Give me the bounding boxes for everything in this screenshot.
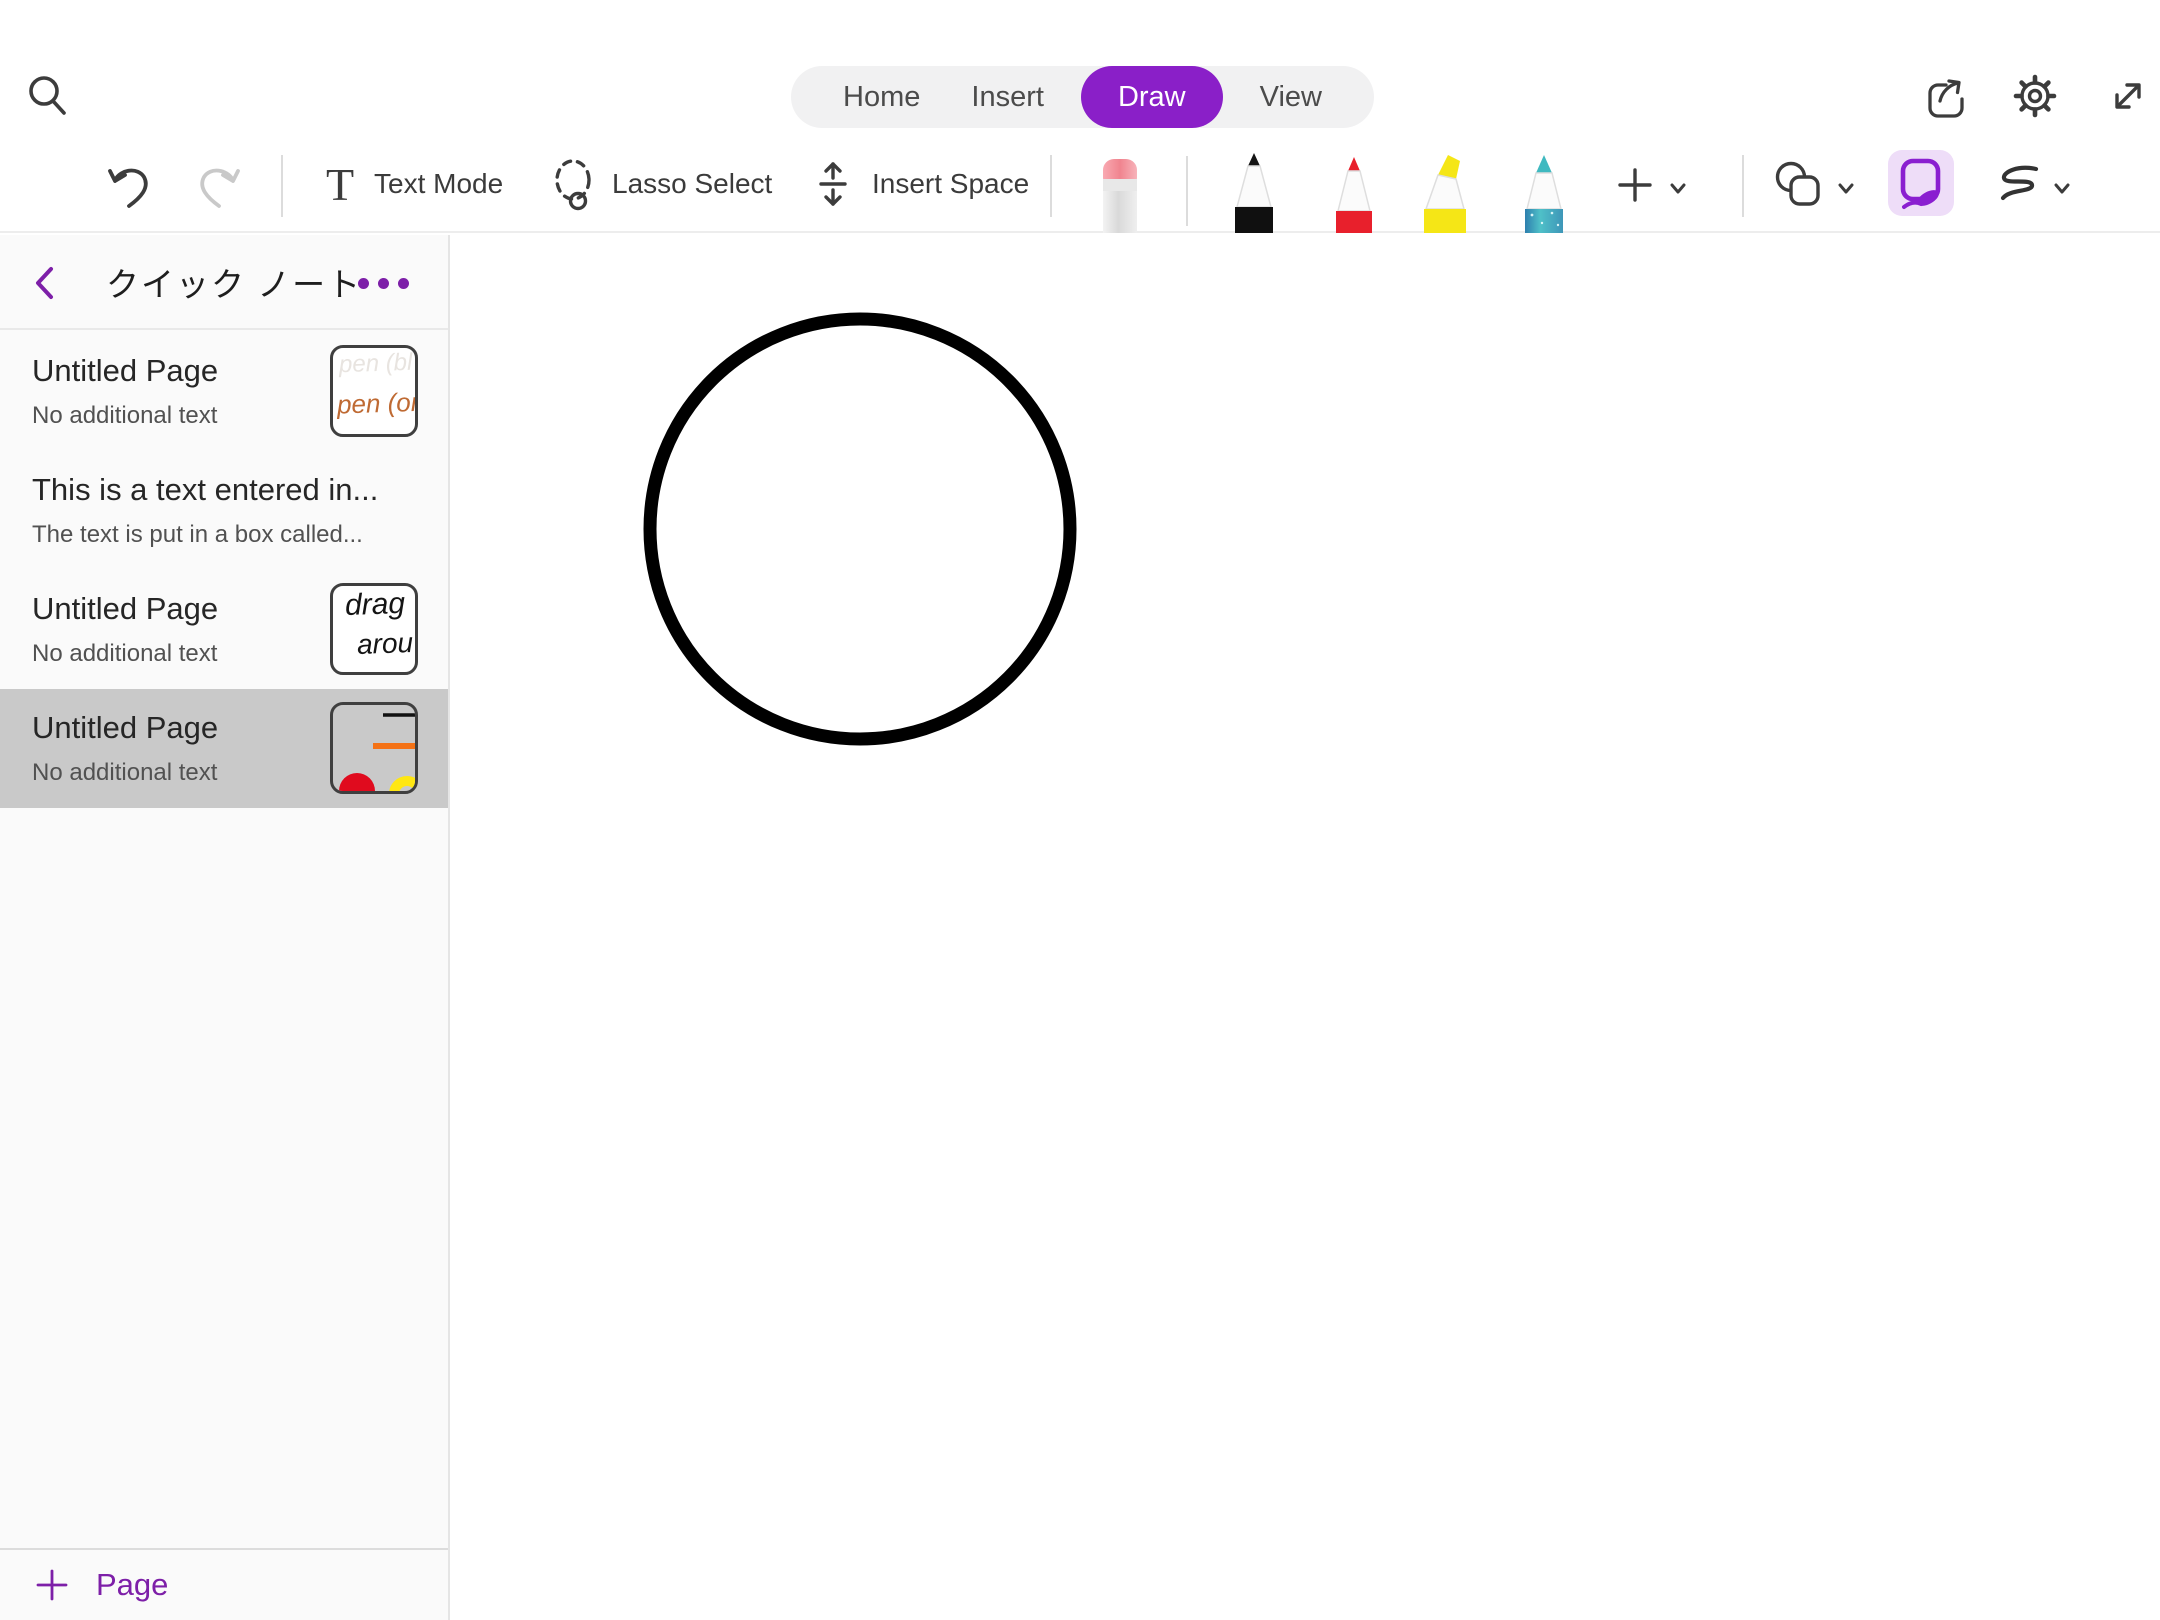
shapes-dropdown[interactable] — [1830, 172, 1862, 204]
tab-insert[interactable]: Insert — [957, 66, 1058, 128]
add-pen-button[interactable] — [1612, 162, 1658, 208]
tab-view[interactable]: View — [1246, 66, 1336, 128]
page-subtitle: No additional text — [32, 402, 332, 430]
page-thumbnail — [330, 702, 418, 794]
gear-icon — [2011, 72, 2059, 120]
pen-divider — [1186, 156, 1188, 226]
page-thumbnail: pen (bl pen (ora — [330, 345, 418, 437]
page-subtitle: No additional text — [32, 640, 332, 668]
text-mode-button[interactable]: T Text Mode — [316, 158, 503, 210]
shapes-button[interactable] — [1770, 156, 1828, 214]
chevron-down-icon — [2046, 172, 2078, 204]
expand-icon — [2104, 72, 2152, 120]
red-pen-tool[interactable] — [1326, 151, 1382, 233]
page-subtitle: The text is put in a box called... — [32, 521, 442, 549]
page-title: Untitled Page — [32, 591, 332, 627]
add-pen-dropdown[interactable] — [1662, 172, 1694, 204]
black-pen-tool[interactable] — [1226, 151, 1282, 233]
insert-space-button[interactable]: Insert Space — [806, 156, 1029, 212]
thumbnail-ink-sketch — [333, 705, 415, 791]
text-mode-icon: T — [316, 159, 362, 209]
drawing-canvas[interactable] — [452, 235, 2160, 1620]
insert-space-icon — [806, 156, 860, 212]
search-button[interactable] — [24, 73, 72, 121]
top-header: Home Insert Draw View — [0, 0, 2160, 233]
svg-text:T: T — [326, 159, 354, 209]
search-icon — [24, 73, 72, 121]
lasso-select-button[interactable]: Lasso Select — [546, 156, 772, 212]
page-item-4-selected[interactable]: Untitled Page No additional text — [0, 689, 448, 808]
page-item-3[interactable]: Untitled Page No additional text drag ar… — [0, 570, 448, 689]
page-title: This is a text entered in... — [32, 472, 442, 508]
share-button[interactable] — [1918, 72, 1966, 120]
squiggle-icon — [1988, 156, 2046, 214]
insert-space-label: Insert Space — [872, 168, 1029, 200]
add-page-label: Page — [96, 1567, 168, 1603]
ink-to-shape-button[interactable] — [1888, 150, 1954, 216]
shapes-icon — [1770, 156, 1828, 214]
fullscreen-button[interactable] — [2104, 72, 2152, 120]
ribbon-tabs: Home Insert Draw View — [791, 66, 1374, 128]
chevron-down-icon — [1662, 172, 1694, 204]
toolbar-divider — [281, 155, 283, 217]
back-button[interactable] — [22, 259, 70, 307]
tab-draw[interactable]: Draw — [1081, 66, 1223, 128]
ink-layer — [452, 235, 2160, 1620]
lasso-select-label: Lasso Select — [612, 168, 772, 200]
sidebar-header: クイック ノート — [0, 235, 448, 330]
ink-circle[interactable] — [650, 319, 1070, 739]
share-icon — [1918, 72, 1966, 120]
redo-icon — [196, 160, 246, 210]
page-title: Untitled Page — [32, 710, 332, 746]
eraser-tool[interactable] — [1092, 155, 1148, 233]
page-item-2[interactable]: This is a text entered in... The text is… — [0, 451, 448, 570]
undo-button[interactable] — [102, 160, 152, 210]
ink-to-shape-icon — [1890, 152, 1952, 214]
chevron-left-icon — [24, 261, 68, 305]
page-item-1[interactable]: Untitled Page No additional text pen (bl… — [0, 332, 448, 451]
page-subtitle: No additional text — [32, 759, 332, 787]
lasso-icon — [546, 156, 600, 212]
chevron-down-icon — [1830, 172, 1862, 204]
redo-button[interactable] — [196, 160, 246, 210]
plus-icon — [1612, 162, 1658, 208]
ellipsis-icon — [358, 278, 369, 289]
plus-icon — [34, 1567, 70, 1603]
add-page-button[interactable]: Page — [0, 1548, 448, 1620]
toolbar-divider — [1050, 155, 1052, 217]
galaxy-pencil-tool[interactable] — [1516, 151, 1572, 233]
undo-icon — [102, 160, 152, 210]
tab-home[interactable]: Home — [829, 66, 934, 128]
page-title: Untitled Page — [32, 353, 332, 389]
settings-button[interactable] — [2011, 72, 2059, 120]
toolbar-divider — [1742, 155, 1744, 217]
more-options-button[interactable] — [358, 263, 418, 303]
page-thumbnail: drag arou — [330, 583, 418, 675]
yellow-highlighter-tool[interactable] — [1414, 151, 1476, 233]
text-mode-label: Text Mode — [374, 168, 503, 200]
ink-stroke-dropdown[interactable] — [2046, 172, 2078, 204]
page-list: Untitled Page No additional text pen (bl… — [0, 332, 448, 808]
pen-tray — [1080, 148, 1640, 233]
notebook-title: クイック ノート — [106, 258, 362, 306]
onenote-window: Home Insert Draw View — [0, 0, 2160, 1620]
page-sidebar: クイック ノート Untitled Page No additional tex… — [0, 235, 450, 1620]
ink-stroke-button[interactable] — [1988, 156, 2046, 214]
